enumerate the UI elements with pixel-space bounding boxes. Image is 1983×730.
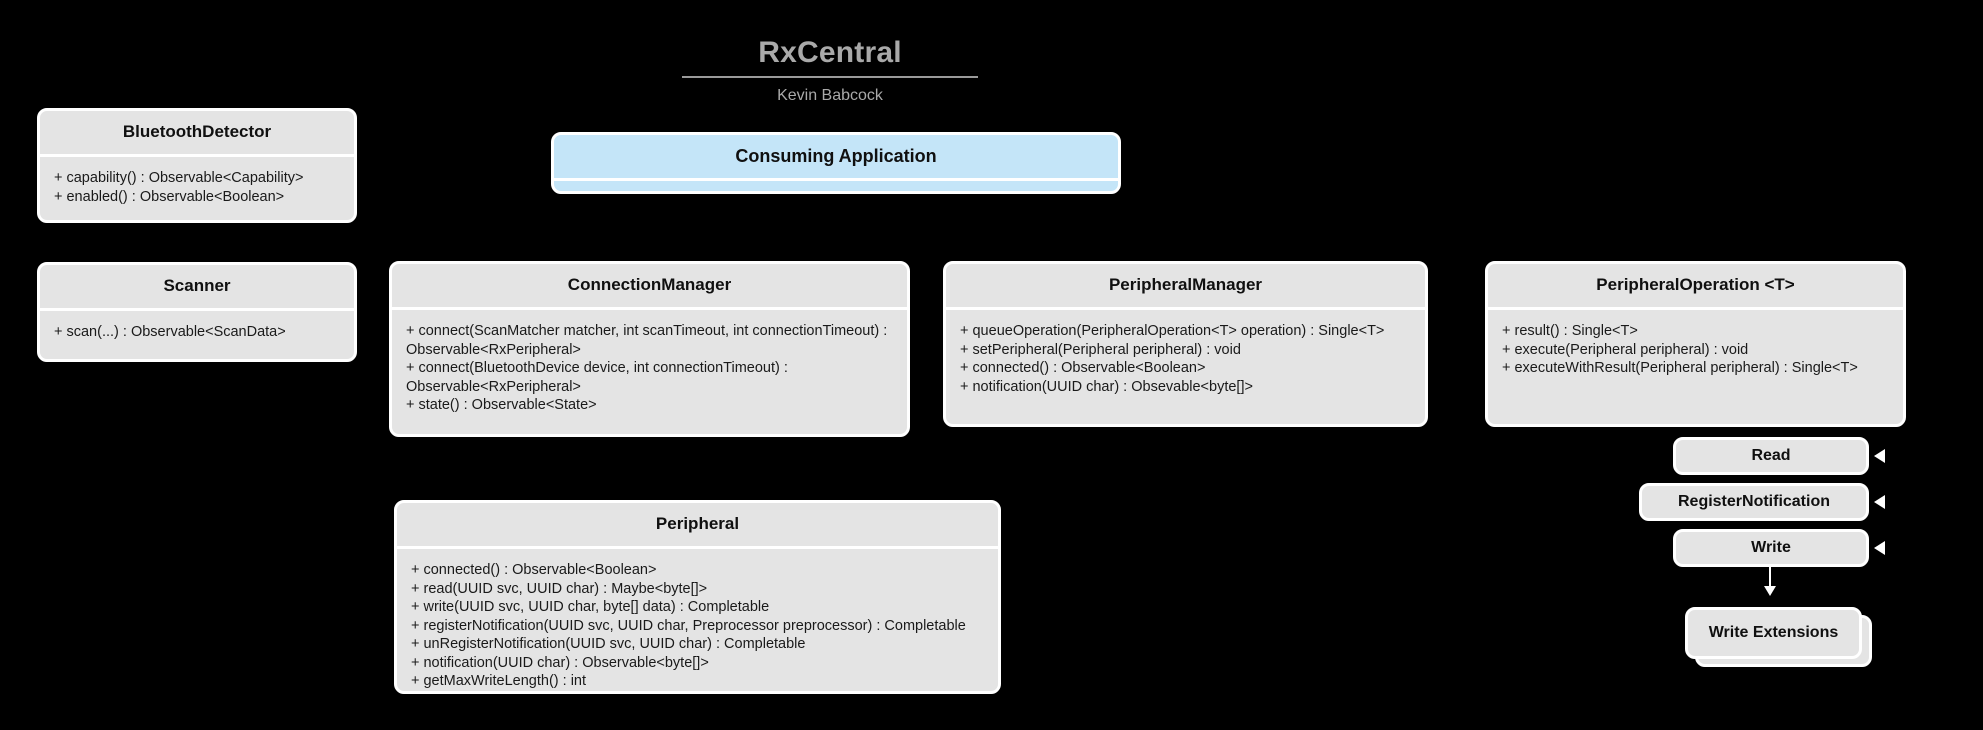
class-member: + queueOperation(PeripheralOperation<T> … (960, 323, 1385, 339)
title-divider (682, 76, 978, 78)
class-member: + state() : Observable<State> (406, 397, 597, 413)
dependency-arrow-write-extensions (1764, 586, 1776, 596)
class-members-consuming-application (554, 181, 1118, 191)
class-member: + execute(Peripheral peripheral) : void (1502, 341, 1749, 358)
class-member: + scan(...) : Observable<ScanData> (54, 324, 286, 340)
class-member: + write(UUID svc, UUID char, byte[] data… (411, 599, 770, 615)
class-member: + connected() : Observable<Boolean> (411, 562, 657, 578)
class-member: + connect(ScanMatcher matcher, int scanT… (406, 323, 888, 358)
class-member: + connect(BluetoothDevice device, int co… (406, 360, 788, 395)
class-box-bluetooth-detector[interactable]: BluetoothDetector + capability() : Obser… (37, 108, 357, 223)
class-box-register-notification[interactable]: RegisterNotification (1639, 483, 1869, 521)
class-member: + getMaxWriteLength() : int (411, 673, 587, 689)
class-box-peripheral-operation[interactable]: PeripheralOperation <T> + result() : Sin… (1485, 261, 1906, 427)
class-member: + connected() : Observable<Boolean> (960, 360, 1206, 376)
class-member: + capability() : Observable<Capability> (54, 170, 304, 186)
class-title-register-notification: RegisterNotification (1677, 493, 1830, 510)
class-member: + notification(UUID char) : Observable<b… (411, 654, 709, 671)
class-member: + notification(UUID char) : Obsevable<by… (960, 378, 1253, 395)
class-box-scanner[interactable]: Scanner + scan(...) : Observable<ScanDat… (37, 262, 357, 362)
class-box-peripheral-manager[interactable]: PeripheralManager + queueOperation(Perip… (943, 261, 1428, 427)
class-title-peripheral: Peripheral (397, 503, 998, 549)
class-title-peripheral-operation: PeripheralOperation <T> (1488, 264, 1903, 310)
class-box-write-extensions[interactable]: Write Extensions (1685, 607, 1872, 667)
class-member: + result() : Single<T> (1502, 323, 1638, 339)
class-title-bluetooth-detector: BluetoothDetector (40, 111, 354, 157)
class-member: + registerNotification(UUID svc, UUID ch… (411, 617, 966, 634)
inheritance-arrow-read (1874, 449, 1885, 463)
class-member: + read(UUID svc, UUID char) : Maybe<byte… (411, 580, 708, 597)
page-subtitle: Kevin Babcock (777, 87, 883, 104)
class-title-write: Write (1751, 539, 1791, 556)
class-title-consuming-application: Consuming Application (554, 135, 1118, 181)
class-member: + executeWithResult(Peripheral periphera… (1502, 360, 1858, 376)
class-member: + unRegisterNotification(UUID svc, UUID … (411, 636, 806, 652)
class-box-connection-manager[interactable]: ConnectionManager + connect(ScanMatcher … (389, 261, 910, 437)
inheritance-arrow-write (1874, 541, 1885, 555)
class-box-write[interactable]: Write (1673, 529, 1869, 567)
class-box-read[interactable]: Read (1673, 437, 1869, 475)
class-box-peripheral[interactable]: Peripheral + connected() : Observable<Bo… (394, 500, 1001, 694)
class-member: + enabled() : Observable<Boolean> (54, 188, 285, 205)
class-members-scanner: + scan(...) : Observable<ScanData> (40, 311, 354, 356)
class-members-peripheral-manager: + queueOperation(PeripheralOperation<T> … (946, 310, 1425, 410)
class-members-peripheral-operation: + result() : Single<T> + execute(Periphe… (1488, 310, 1903, 392)
inheritance-arrow-register-notification (1874, 495, 1885, 509)
class-title-read: Read (1751, 447, 1791, 464)
class-members-peripheral: + connected() : Observable<Boolean> + re… (397, 549, 998, 691)
class-members-connection-manager: + connect(ScanMatcher matcher, int scanT… (392, 310, 907, 429)
class-title-scanner: Scanner (40, 265, 354, 311)
page-title: RxCentral (758, 36, 902, 69)
class-title-write-extensions: Write Extensions (1708, 624, 1839, 641)
stack-layer-front[interactable]: Write Extensions (1685, 607, 1862, 659)
diagram-title-block: RxCentral Kevin Babcock (680, 36, 980, 107)
class-member: + setPeripheral(Peripheral peripheral) :… (960, 341, 1241, 358)
class-title-connection-manager: ConnectionManager (392, 264, 907, 310)
class-title-peripheral-manager: PeripheralManager (946, 264, 1425, 310)
class-box-consuming-application[interactable]: Consuming Application (551, 132, 1121, 194)
class-members-bluetooth-detector: + capability() : Observable<Capability> … (40, 157, 354, 220)
